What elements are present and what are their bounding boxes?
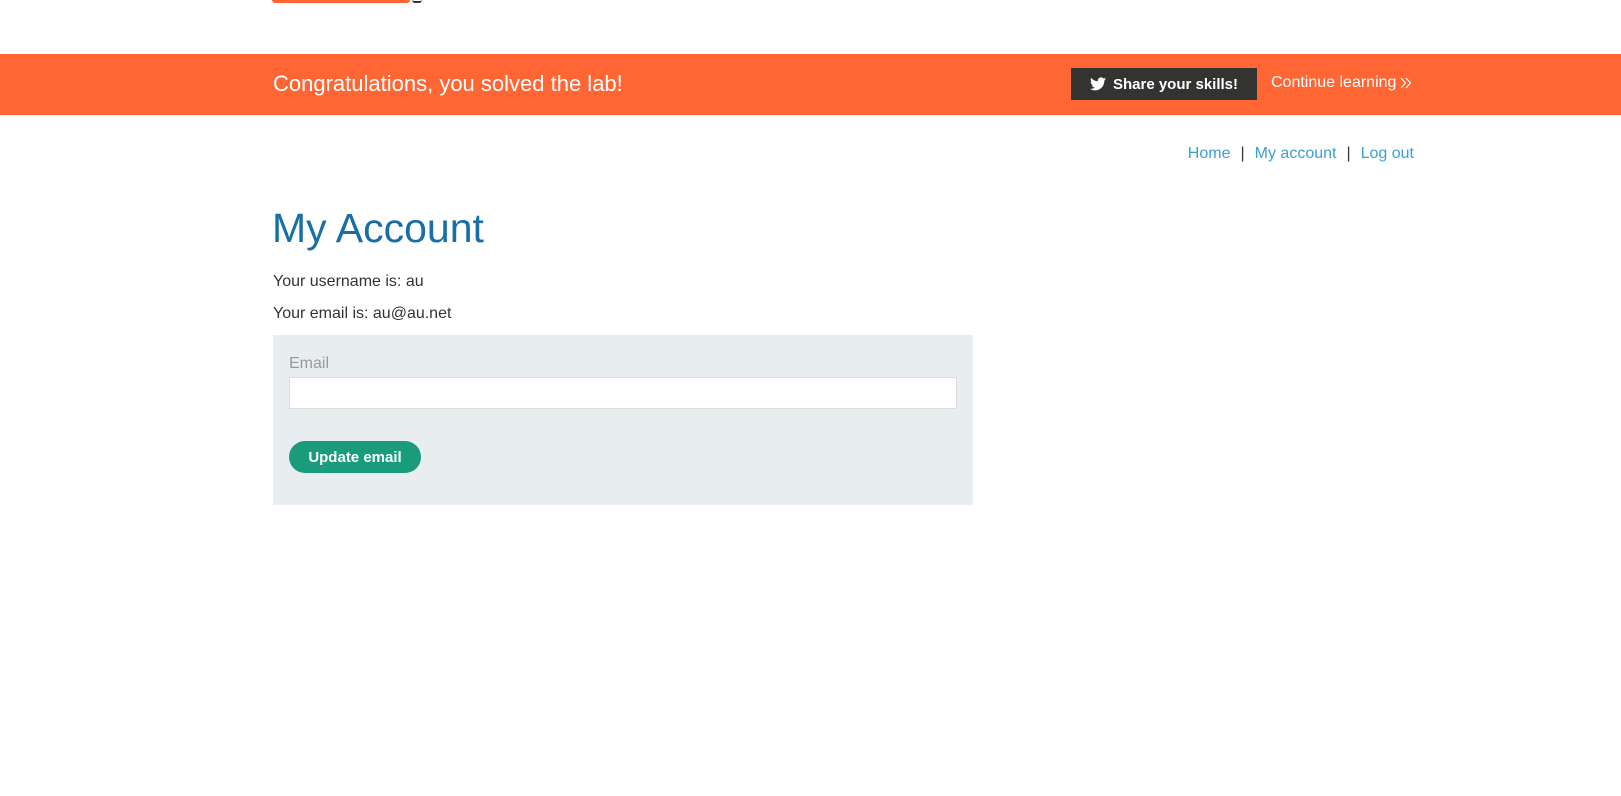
top-nav: Home | My account | Log out — [1188, 145, 1414, 163]
banner-title: Congratulations, you solved the lab! — [273, 71, 623, 96]
share-skills-button[interactable]: Share your skills! — [1071, 68, 1257, 100]
continue-learning-link[interactable]: Continue learning — [1271, 74, 1412, 92]
double-chevron-right-icon — [1400, 77, 1412, 89]
page-title: My Account — [272, 205, 484, 251]
email-field-label: Email — [289, 355, 330, 372]
nav-separator: | — [1346, 145, 1351, 162]
logo-underline — [272, 0, 410, 3]
twitter-bird-icon — [1089, 77, 1106, 91]
email-field[interactable] — [289, 377, 957, 409]
nav-separator: | — [1240, 145, 1245, 162]
logo-partial — [272, 0, 424, 4]
nav-log-out-link[interactable]: Log out — [1361, 145, 1414, 163]
share-skills-label: Share your skills! — [1112, 75, 1239, 93]
continue-learning-label: Continue learning — [1271, 74, 1397, 91]
update-email-button[interactable]: Update email — [289, 441, 421, 473]
email-info: Your email is: au@au.net — [273, 305, 452, 322]
lab-solved-banner: Congratulations, you solved the lab! Sha… — [0, 54, 1621, 115]
logo-tick — [412, 0, 422, 3]
nav-home-link[interactable]: Home — [1188, 145, 1231, 163]
nav-my-account-link[interactable]: My account — [1255, 145, 1337, 163]
update-email-form: Email Update email — [273, 335, 973, 505]
username-info: Your username is: au — [273, 273, 424, 290]
